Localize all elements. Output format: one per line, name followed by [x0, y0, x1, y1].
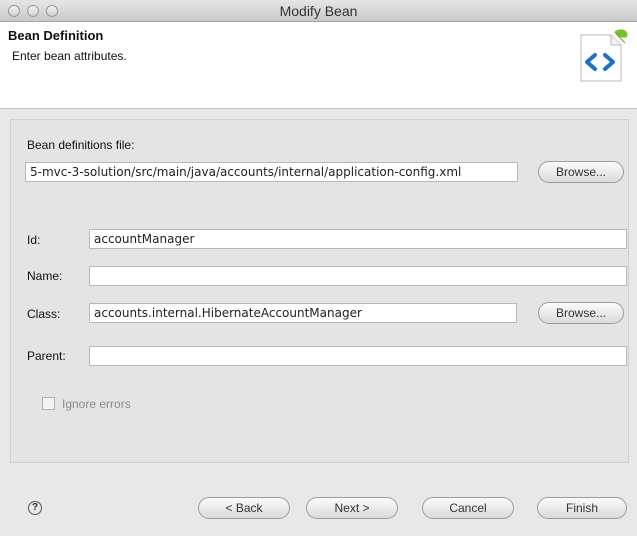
page-description: Enter bean attributes.: [12, 49, 127, 63]
id-label: Id:: [27, 233, 41, 247]
title-bar: Modify Bean: [0, 0, 637, 22]
bean-form-panel: Bean definitions file: 5-mvc-3-solution/…: [10, 119, 629, 463]
id-field[interactable]: accountManager: [89, 229, 627, 249]
browse-class-button[interactable]: Browse...: [538, 302, 624, 324]
ignore-errors-checkbox[interactable]: [42, 397, 55, 410]
back-button[interactable]: < Back: [198, 497, 290, 519]
wizard-header: Bean Definition Enter bean attributes.: [0, 22, 637, 109]
bean-file-field[interactable]: 5-mvc-3-solution/src/main/java/accounts/…: [25, 162, 518, 182]
help-icon[interactable]: ?: [28, 501, 42, 515]
modify-bean-dialog: Modify Bean Bean Definition Enter bean a…: [0, 0, 637, 536]
finish-button[interactable]: Finish: [537, 497, 627, 519]
cancel-button[interactable]: Cancel: [422, 497, 514, 519]
ignore-errors-label: Ignore errors: [62, 397, 131, 411]
xml-bean-icon: [580, 29, 628, 82]
page-title: Bean Definition: [8, 28, 104, 43]
window-title: Modify Bean: [279, 3, 358, 19]
next-button[interactable]: Next >: [306, 497, 398, 519]
class-field[interactable]: accounts.internal.HibernateAccountManage…: [89, 303, 517, 323]
parent-field[interactable]: [89, 346, 627, 366]
wizard-footer: ? < Back Next > Cancel Finish: [0, 470, 637, 536]
browse-file-button[interactable]: Browse...: [538, 161, 624, 183]
bean-file-label: Bean definitions file:: [27, 138, 135, 152]
parent-label: Parent:: [27, 349, 66, 363]
class-label: Class:: [27, 307, 61, 321]
name-label: Name:: [27, 269, 63, 283]
name-field[interactable]: [89, 266, 627, 286]
